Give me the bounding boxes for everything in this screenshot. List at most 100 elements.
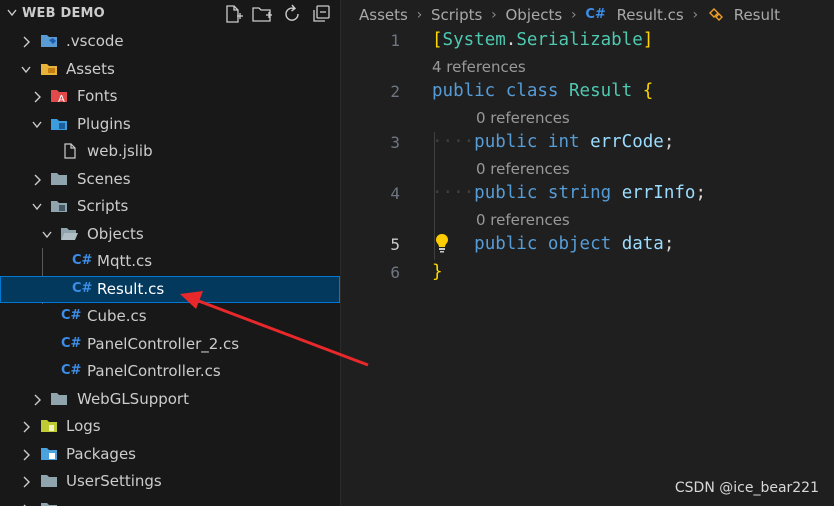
- tree-item-label: Packages: [66, 445, 136, 463]
- code-token: public: [474, 183, 538, 203]
- codelens-references[interactable]: 0 references: [476, 211, 570, 229]
- code-editor[interactable]: Assets › Scripts › Objects › C# Result.c…: [341, 0, 834, 506]
- explorer-header: WEB DEMO: [0, 0, 340, 28]
- file-icon: [64, 143, 76, 159]
- tree-item-label: .vscode: [66, 32, 124, 50]
- code-token: object: [547, 234, 612, 254]
- tree-item-usersettings[interactable]: UserSettings: [0, 468, 340, 495]
- tree-item-logs[interactable]: Logs: [0, 413, 340, 440]
- breadcrumb-item[interactable]: Scripts: [431, 6, 482, 24]
- code-token: errInfo: [621, 183, 696, 203]
- tree-item-label: Logs: [66, 417, 101, 435]
- breadcrumb: Assets › Scripts › Objects › C# Result.c…: [359, 5, 780, 25]
- scripts-folder-icon: [51, 201, 67, 212]
- code-token: .: [505, 30, 517, 50]
- csharp-icon: C#: [61, 308, 82, 323]
- code-token: class: [505, 81, 559, 101]
- code-line-4[interactable]: ····public string errInfo;: [432, 183, 706, 203]
- csharp-icon: C#: [585, 7, 606, 22]
- line-number: 6: [390, 263, 400, 282]
- code-token: ;: [663, 132, 675, 152]
- line-number-active: 5: [390, 235, 400, 254]
- tree-item-label: Mqtt.cs: [97, 252, 153, 270]
- chevron-right-icon: [23, 36, 30, 48]
- chevron-right-icon: [23, 421, 30, 433]
- breadcrumb-item[interactable]: Assets: [359, 6, 408, 24]
- chevron-down-icon: [21, 66, 31, 74]
- tree-item-webglsupport[interactable]: WebGLSupport: [0, 386, 340, 413]
- whitespace-dots: ····: [432, 132, 475, 152]
- code-token: ;: [663, 234, 675, 254]
- code-token: errCode: [590, 132, 664, 152]
- chevron-down-icon[interactable]: [6, 6, 18, 20]
- tree-item-scripts[interactable]: Scripts: [0, 193, 340, 220]
- new-file-icon[interactable]: [222, 3, 244, 25]
- folder-icon: [41, 475, 57, 487]
- tree-item-assets[interactable]: Assets: [0, 56, 340, 83]
- explorer-title[interactable]: WEB DEMO: [22, 6, 105, 21]
- code-token: public: [474, 132, 538, 152]
- codelens-references[interactable]: 4 references: [432, 58, 526, 76]
- code-token: string: [547, 183, 612, 203]
- code-token: public: [474, 234, 538, 254]
- csharp-icon: C#: [61, 363, 82, 378]
- tree-item-packages[interactable]: Packages: [0, 441, 340, 468]
- folder-icon: [51, 173, 67, 185]
- chevron-right-icon: ›: [692, 6, 699, 23]
- chevron-right-icon: [34, 174, 41, 186]
- breadcrumb-item[interactable]: Objects: [506, 6, 563, 24]
- tree-item-partial[interactable]: [0, 496, 340, 506]
- tree-item-objects[interactable]: Objects: [0, 221, 340, 248]
- tree-item-mqtt-cs[interactable]: C# Mqtt.cs: [0, 248, 340, 275]
- codelens-references[interactable]: 0 references: [476, 160, 570, 178]
- tree-item-scenes[interactable]: Scenes: [0, 166, 340, 193]
- tree-item-fonts[interactable]: A Fonts: [0, 83, 340, 110]
- tree-item-label: UserSettings: [66, 472, 162, 490]
- code-line-6[interactable]: }: [432, 262, 443, 282]
- code-line-1[interactable]: [System.Serializable]: [432, 30, 653, 50]
- breadcrumb-item[interactable]: Result.cs: [617, 6, 684, 24]
- fonts-folder-icon: A: [51, 90, 67, 104]
- tree-item-label: Objects: [87, 225, 144, 243]
- line-number: 1: [390, 31, 400, 50]
- tree-item-label: Scenes: [77, 170, 131, 188]
- chevron-right-icon: ›: [416, 6, 423, 23]
- tree-item-label: Scripts: [77, 197, 129, 215]
- codelens-references[interactable]: 0 references: [476, 109, 570, 127]
- folder-open-icon: [61, 228, 78, 240]
- tree-item-plugins[interactable]: Plugins: [0, 111, 340, 138]
- chevron-right-icon: [34, 91, 41, 103]
- breadcrumb-item[interactable]: Result: [734, 6, 780, 24]
- code-line-3[interactable]: ····public int errCode;: [432, 132, 674, 152]
- class-symbol-icon: [708, 7, 723, 21]
- tree-item-vscode[interactable]: .vscode: [0, 28, 340, 55]
- tree-item-label: PanelController.cs: [87, 362, 221, 380]
- explorer-sidebar: WEB DEMO .vscode Assets A Fonts Plugins …: [0, 0, 341, 506]
- logs-folder-icon: [41, 420, 57, 432]
- tree-item-web-jslib[interactable]: web.jslib: [0, 138, 340, 165]
- collapse-all-icon[interactable]: [310, 3, 332, 25]
- folder-icon: [41, 503, 57, 506]
- vscode-folder-icon: [41, 35, 57, 47]
- chevron-down-icon: [32, 121, 42, 129]
- tree-item-panelcontroller-2-cs[interactable]: C# PanelController_2.cs: [0, 331, 340, 358]
- folder-icon: [51, 393, 67, 405]
- new-folder-icon[interactable]: [251, 3, 273, 25]
- refresh-icon[interactable]: [281, 3, 303, 25]
- code-line-5[interactable]: ····public object data;: [432, 234, 674, 254]
- svg-text:A: A: [58, 94, 65, 104]
- tree-item-label: Result.cs: [97, 280, 165, 298]
- tree-item-label: WebGLSupport: [77, 390, 189, 408]
- chevron-right-icon: ›: [491, 6, 497, 23]
- tree-item-panelcontroller-cs[interactable]: C# PanelController.cs: [0, 358, 340, 385]
- code-line-2[interactable]: public class Result {: [432, 81, 653, 101]
- code-token: int: [547, 132, 580, 152]
- code-token: Serializable: [516, 30, 643, 50]
- tree-item-cube-cs[interactable]: C# Cube.cs: [0, 303, 340, 330]
- code-token: ]: [642, 30, 654, 50]
- code-token: {: [642, 81, 654, 101]
- vscode-window: WEB DEMO .vscode Assets A Fonts Plugins …: [0, 0, 834, 506]
- tree-item-label: Fonts: [77, 87, 118, 105]
- tree-item-label: Plugins: [77, 115, 131, 133]
- tree-item-result-cs[interactable]: C# Result.cs: [0, 276, 340, 303]
